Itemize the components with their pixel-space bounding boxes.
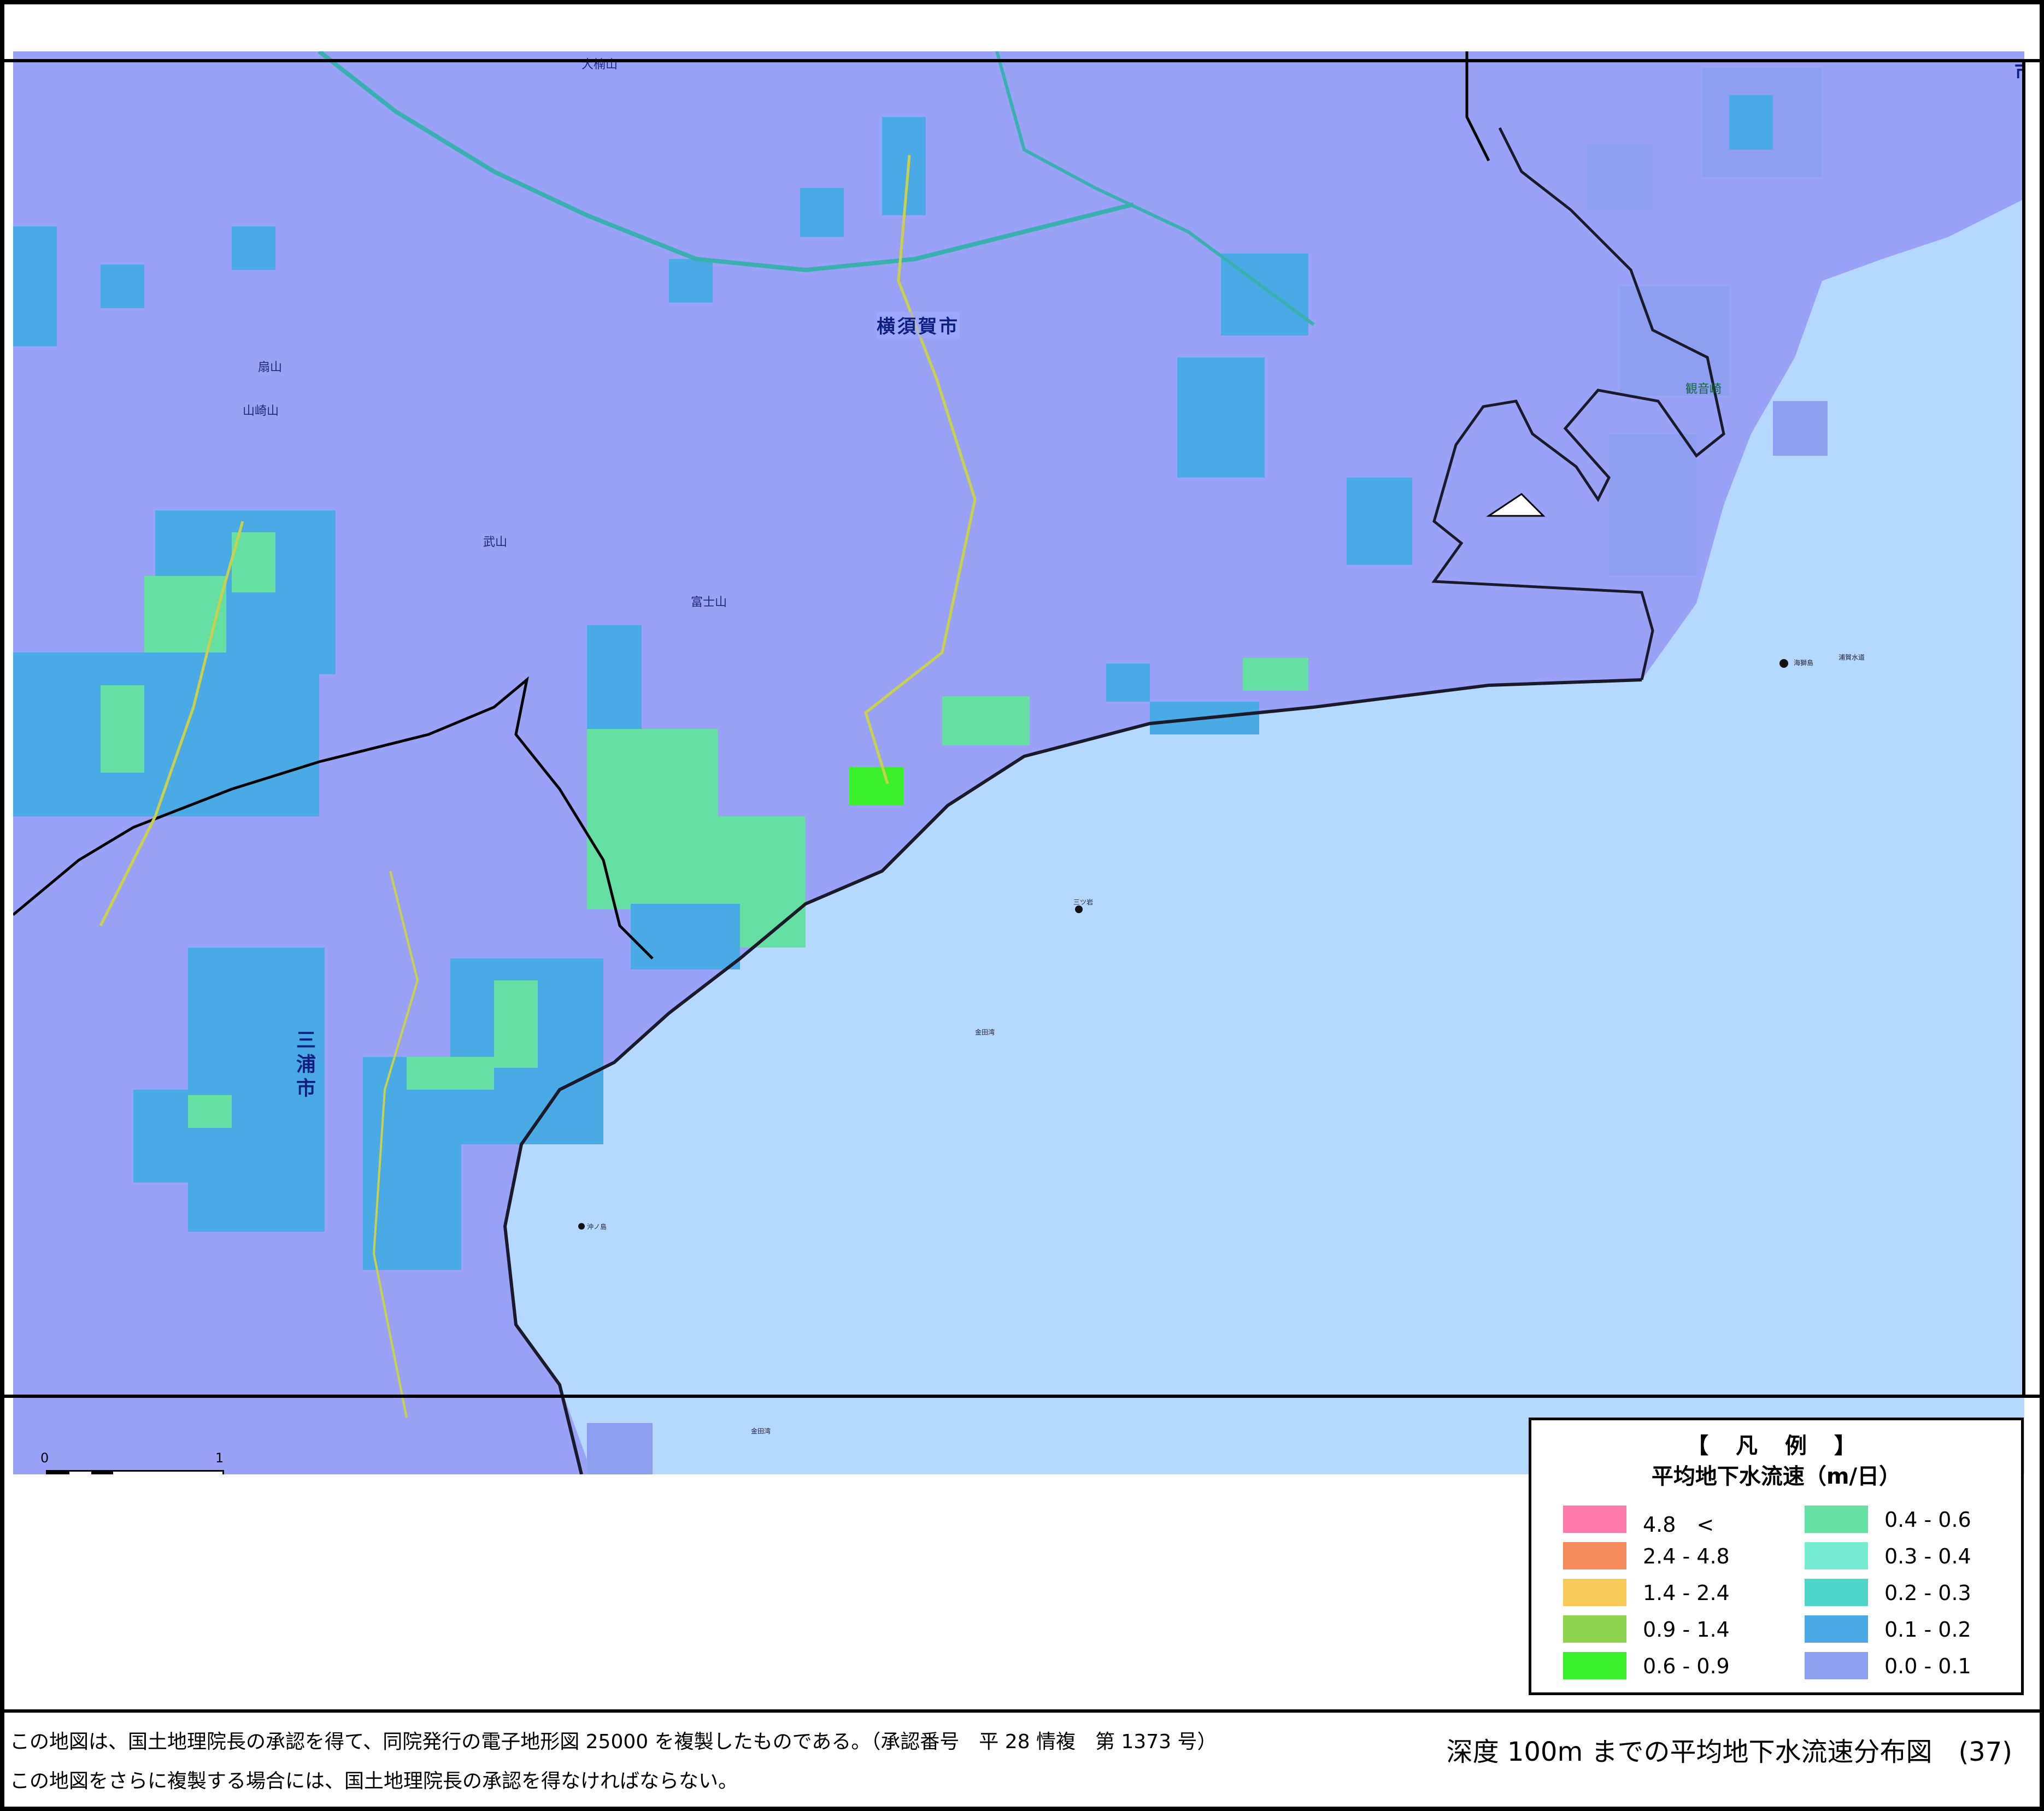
legend-swatch [1563, 1652, 1626, 1679]
legend-swatch [1563, 1542, 1626, 1569]
island-ashika [1779, 659, 1788, 668]
place-label-kanedawan: 金田湾 [975, 1028, 995, 1036]
map-canvas[interactable] [13, 51, 2024, 1474]
place-label-ohayama: 扇山 [258, 361, 283, 374]
footer-rule [4, 1709, 2040, 1713]
legend-item: 0.0 - 0.1 [1805, 1652, 2023, 1679]
legend-label: 0.3 - 0.4 [1884, 1544, 1971, 1568]
place-label-yamazaki: 山崎山 [243, 404, 279, 418]
legend-label: 2.4 - 4.8 [1643, 1544, 1730, 1568]
grid-cell [232, 226, 275, 270]
legend-swatch [1805, 1615, 1868, 1643]
legend-item: 1.4 - 2.4 [1563, 1579, 1782, 1606]
place-label-uraga: 浦賀水道 [1839, 654, 1865, 661]
place-label-fujisan: 富士山 [691, 596, 727, 609]
legend-swatch [1805, 1506, 1868, 1533]
grid-cell [1243, 658, 1308, 691]
grid-cell [13, 652, 319, 816]
grid-cell [13, 226, 57, 346]
grid-cell [1729, 95, 1773, 150]
grid-cell [1106, 663, 1150, 702]
legend-subtitle: 平均地下水流速（m/日） [1651, 1464, 1901, 1489]
map-area[interactable]: 横須賀市 三浦市 市 大楠山 武山 富士山 扇山 山崎山 観音崎 海獅島 浦賀水… [13, 51, 2024, 1474]
legend-swatch [1563, 1579, 1626, 1606]
legend-label: 0.6 - 0.9 [1643, 1654, 1730, 1678]
scale-zero: 0 [40, 1450, 49, 1466]
scale-bar-stripe [46, 1470, 224, 1474]
island-mitsuishi [1075, 906, 1083, 913]
legend-item: 0.3 - 0.4 [1805, 1542, 2023, 1569]
legend-swatch [1805, 1579, 1868, 1606]
legend-label: 1.4 - 2.4 [1643, 1581, 1730, 1605]
grid-cell [1347, 478, 1412, 565]
scale-one: 1 [215, 1450, 224, 1466]
place-label-okinoshima: 沖ノ島 [587, 1223, 607, 1231]
legend-label: 0.0 - 0.1 [1884, 1654, 1971, 1678]
legend-item: 4.8 < [1563, 1506, 1782, 1537]
city-label-yokosuka: 横須賀市 [877, 311, 960, 338]
grid-cell [631, 904, 740, 969]
map-right-rule [2022, 59, 2025, 1398]
legend-item: 0.1 - 0.2 [1805, 1615, 2023, 1643]
grid-cell [1773, 401, 1828, 456]
legend-label: 4.8 < [1643, 1513, 1714, 1537]
grid-cell [800, 188, 844, 237]
legend-swatch [1805, 1542, 1868, 1569]
city-label-miura: 三浦市 [293, 1030, 315, 1102]
grid-cell [188, 1095, 232, 1128]
legend-item: 0.6 - 0.9 [1563, 1652, 1782, 1679]
grid-cell [407, 1057, 494, 1090]
grid-cell [101, 264, 144, 308]
grid-cell [587, 1423, 653, 1474]
footer-note-approval: この地図は、国土地理院長の承認を得て、同院発行の電子地形図 25000 を複製し… [10, 1731, 1217, 1753]
legend-title: 【 凡 例 】 [1687, 1433, 1866, 1459]
scale-bar: 0 1 km [35, 1450, 243, 1474]
legend-item: 2.4 - 4.8 [1563, 1542, 1782, 1569]
place-label-takeyama: 武山 [483, 536, 508, 549]
legend-swatch [1805, 1652, 1868, 1679]
grid-cell [587, 729, 718, 909]
legend-label: 0.2 - 0.3 [1884, 1581, 1971, 1605]
legend-item: 0.2 - 0.3 [1805, 1579, 2023, 1606]
legend-item: 0.9 - 1.4 [1563, 1615, 1782, 1643]
place-label-ogusu: 大楠山 [582, 58, 618, 72]
legend-label: 0.1 - 0.2 [1884, 1618, 1971, 1642]
legend-label: 0.9 - 1.4 [1643, 1618, 1730, 1642]
grid-cell [494, 980, 538, 1068]
place-label-mitsuishi: 三ツ岩 [1073, 898, 1094, 906]
grid-cell [849, 767, 904, 805]
place-label-kannonzaki: 観音崎 [1685, 383, 1722, 396]
grid-cell [1587, 144, 1653, 210]
map-bottom-rule [4, 1395, 2040, 1398]
legend-label: 0.4 - 0.6 [1884, 1508, 1971, 1532]
map-title: 深度 100m までの平均地下水流速分布図 (37) [1446, 1737, 2012, 1767]
place-label-kanedawan-2: 金田湾 [751, 1427, 771, 1435]
island-okinoshima [578, 1223, 585, 1230]
place-label-ashika: 海獅島 [1794, 659, 1814, 667]
grid-cell [882, 117, 926, 215]
grid-cell [942, 696, 1030, 745]
grid-cell [1609, 434, 1696, 576]
footer-note-reproduction: この地図をさらに複製する場合には、国土地理院長の承認を得なければならない。 [10, 1770, 738, 1792]
map-top-rule [4, 59, 2040, 62]
grid-cell [1177, 357, 1265, 478]
grid-cell [101, 685, 144, 773]
legend-item: 0.4 - 0.6 [1805, 1506, 2023, 1533]
legend-box: 【 凡 例 】 平均地下水流速（m/日） 4.8 < 2.4 - 4.8 1.4 -… [1529, 1418, 2024, 1695]
legend-swatch [1563, 1615, 1626, 1643]
grid-cell [669, 259, 713, 303]
legend-swatch [1563, 1506, 1626, 1533]
